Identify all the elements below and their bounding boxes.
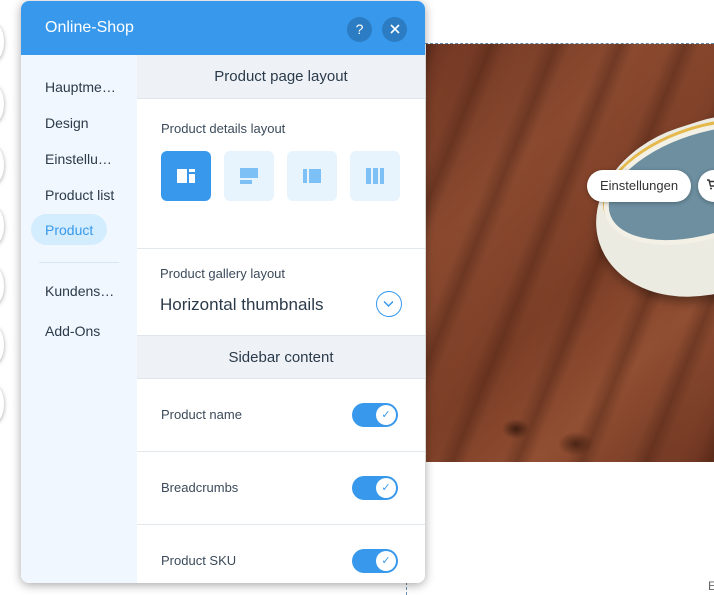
row-divider bbox=[137, 524, 425, 525]
cart-icon bbox=[707, 179, 714, 190]
product-image-cheese-on-wood[interactable] bbox=[426, 44, 714, 462]
toggle-product-sku[interactable]: ✓ bbox=[352, 549, 398, 573]
sidebar-item-add-ons[interactable]: Add-Ons bbox=[45, 323, 117, 339]
left-toolbar bbox=[0, 0, 6, 595]
layout-option-top-image[interactable] bbox=[224, 151, 274, 201]
section-header-product-page-layout: Product page layout bbox=[137, 55, 425, 99]
sidebar-item-product[interactable]: Product bbox=[45, 222, 93, 238]
question-icon: ? bbox=[355, 21, 364, 37]
layout-top-image-icon bbox=[240, 168, 258, 184]
layout-columns-icon bbox=[366, 168, 384, 184]
left-tool-button[interactable] bbox=[0, 147, 4, 183]
product-gallery-layout-label: Product gallery layout bbox=[160, 266, 286, 281]
check-icon: ✓ bbox=[376, 478, 396, 498]
product-details-layout-label: Product details layout bbox=[161, 121, 286, 136]
toggle-breadcrumbs[interactable]: ✓ bbox=[352, 476, 398, 500]
layout-left-image-icon bbox=[177, 169, 195, 183]
left-tool-button[interactable] bbox=[0, 24, 4, 60]
left-tool-button[interactable] bbox=[0, 208, 4, 244]
left-tool-button[interactable] bbox=[0, 386, 4, 422]
section-divider bbox=[137, 248, 425, 249]
left-tool-button[interactable] bbox=[0, 327, 4, 363]
panel-header: Online-Shop ? bbox=[21, 1, 425, 55]
gallery-layout-dropdown-button[interactable] bbox=[376, 291, 402, 317]
close-icon bbox=[389, 24, 400, 34]
check-icon: ✓ bbox=[376, 405, 396, 425]
toggle-label-product-name: Product name bbox=[161, 407, 242, 422]
left-tool-button[interactable] bbox=[0, 86, 4, 122]
sidebar-divider bbox=[39, 262, 119, 263]
layout-option-left-image[interactable] bbox=[161, 151, 211, 201]
close-button[interactable] bbox=[382, 17, 407, 42]
row-divider bbox=[137, 451, 425, 452]
layout-center-image-icon bbox=[303, 169, 321, 183]
sidebar-item-product-list[interactable]: Product list bbox=[45, 187, 117, 203]
sidebar-item-hauptmenu[interactable]: Hauptmenü bbox=[45, 79, 117, 95]
left-tool-button[interactable] bbox=[0, 268, 4, 304]
layout-option-columns[interactable] bbox=[350, 151, 400, 201]
check-icon: ✓ bbox=[376, 551, 396, 571]
online-shop-settings-panel: Online-Shop ? Hauptmenü Design Einstellu… bbox=[21, 1, 425, 583]
sidebar-item-design[interactable]: Design bbox=[45, 115, 117, 131]
panel-title: Online-Shop bbox=[45, 19, 134, 36]
corner-text: E bbox=[708, 579, 714, 593]
sidebar-item-einstellungen[interactable]: Einstellungen bbox=[45, 151, 117, 167]
toggle-label-product-sku: Product SKU bbox=[161, 553, 237, 568]
einstellungen-button[interactable]: Einstellungen bbox=[587, 170, 692, 202]
section-header-sidebar-content: Sidebar content bbox=[137, 335, 425, 379]
layout-option-center-image[interactable] bbox=[287, 151, 337, 201]
sidebar-item-kundenservice[interactable]: Kundenservice bbox=[45, 283, 117, 299]
chevron-down-icon bbox=[383, 300, 394, 308]
panel-content: Product page layout Product details layo… bbox=[137, 55, 425, 583]
cheese-shape bbox=[573, 94, 714, 324]
gallery-layout-dropdown-value[interactable]: Horizontal thumbnails bbox=[160, 295, 323, 315]
panel-sidebar: Hauptmenü Design Einstellungen Product l… bbox=[21, 55, 137, 583]
toggle-product-name[interactable]: ✓ bbox=[352, 403, 398, 427]
toggle-label-breadcrumbs: Breadcrumbs bbox=[161, 480, 239, 495]
help-button[interactable]: ? bbox=[347, 17, 372, 42]
